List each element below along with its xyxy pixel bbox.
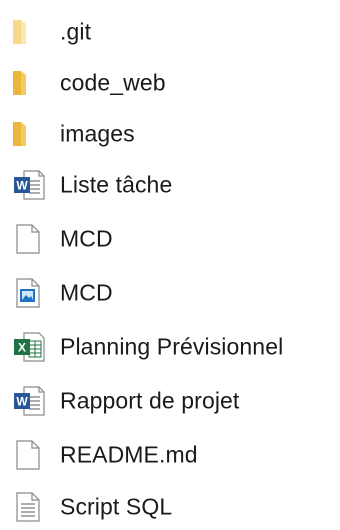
word-document-icon: W (12, 167, 48, 203)
file-name: Liste tâche (60, 171, 173, 198)
word-document-icon: W (12, 383, 48, 419)
file-name: MCD (60, 225, 113, 252)
blank-file-icon (12, 437, 48, 473)
file-name: images (60, 120, 135, 147)
blank-file-icon (12, 221, 48, 257)
file-item-rapport-de-projet[interactable]: W Rapport de projet (0, 378, 340, 424)
file-name: Script SQL (60, 493, 173, 520)
file-item-git[interactable]: .git (0, 9, 340, 55)
file-name: README.md (60, 441, 198, 468)
file-item-planning-previsionnel[interactable]: X Planning Prévisionnel (0, 324, 340, 370)
file-name: MCD (60, 279, 113, 306)
svg-text:W: W (16, 395, 28, 409)
file-item-code-web[interactable]: code_web (0, 60, 340, 106)
file-list: .git code_web images W Liste tâche MCD M… (0, 0, 340, 530)
excel-spreadsheet-icon: X (12, 329, 48, 365)
file-name: Rapport de projet (60, 387, 240, 414)
file-item-readme[interactable]: README.md (0, 432, 340, 478)
file-item-mcd-image[interactable]: MCD (0, 270, 340, 316)
svg-text:X: X (18, 341, 26, 355)
file-item-liste-tache[interactable]: W Liste tâche (0, 162, 340, 208)
file-item-script-sql[interactable]: Script SQL (0, 484, 340, 530)
folder-icon (12, 65, 48, 101)
folder-icon (12, 116, 48, 152)
svg-text:W: W (16, 179, 28, 193)
text-file-icon (12, 489, 48, 525)
file-item-mcd-blank[interactable]: MCD (0, 216, 340, 262)
image-file-icon (12, 275, 48, 311)
file-name: Planning Prévisionnel (60, 333, 284, 360)
folder-faded-icon (12, 14, 48, 50)
file-item-images[interactable]: images (0, 111, 340, 157)
file-name: .git (60, 18, 92, 45)
file-name: code_web (60, 69, 166, 96)
